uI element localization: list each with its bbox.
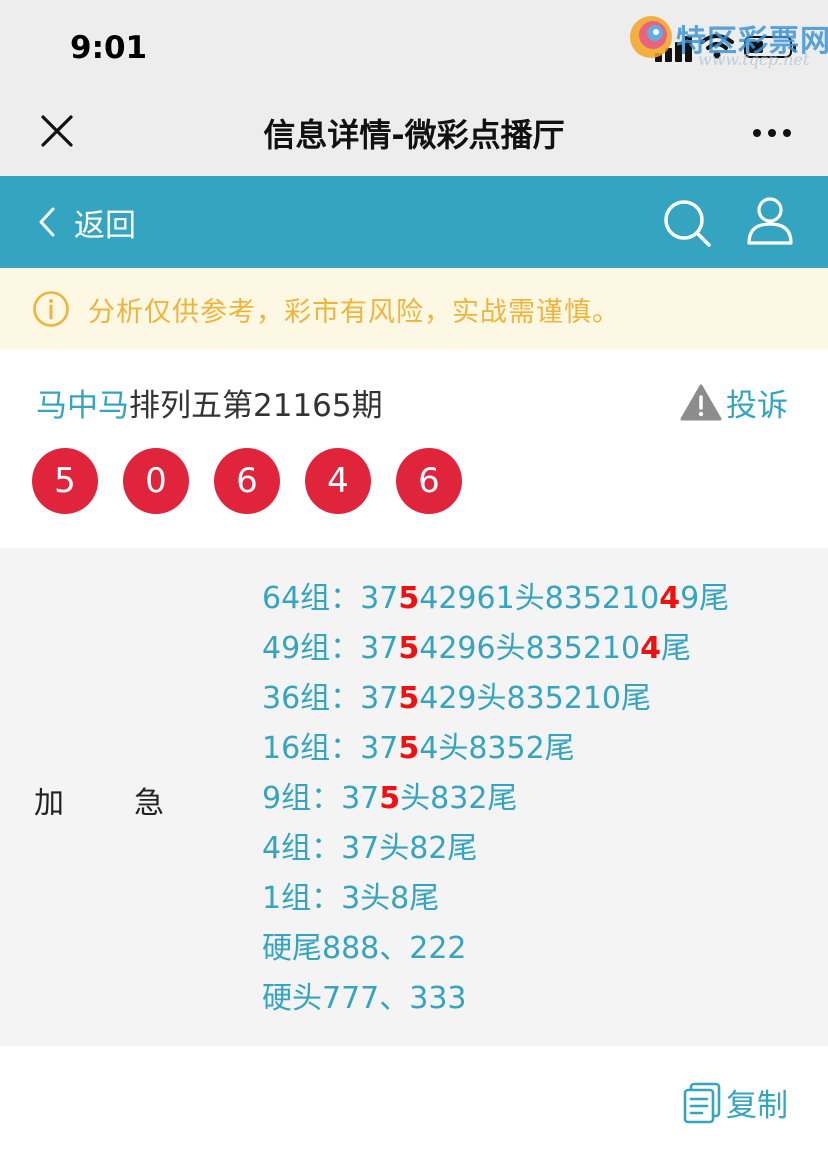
result-ball: 6 [214, 448, 280, 514]
risk-warning-banner: 分析仅供参考，彩市有风险，实战需谨慎。 [0, 268, 828, 350]
urgent-label-b: 急 [134, 786, 164, 821]
urgent-label-a: 加 [34, 786, 64, 821]
copy-label: 复制 [726, 1088, 788, 1124]
back-button[interactable]: 返回 [36, 202, 136, 244]
post-title-text: 排列五第21165期 [129, 388, 383, 424]
prediction-line: 16组：3754头8352尾 [262, 731, 575, 766]
prediction-lines: 64组：37542961头83521049尾 49组：3754296头83521… [262, 576, 729, 1026]
nav-bar: 返回 [0, 176, 828, 268]
watermark-url: www.tqcp.net [698, 50, 810, 69]
result-ball: 4 [305, 448, 371, 514]
status-time: 9:01 [70, 30, 148, 66]
prediction-line: 49组：3754296头8352104尾 [262, 631, 691, 666]
page-title: 信息详情-微彩点播厅 [263, 116, 565, 154]
watermark-logo-icon [630, 16, 672, 58]
info-icon [33, 291, 69, 327]
prediction-line: 36组：375429头835210尾 [262, 681, 652, 716]
user-icon[interactable] [746, 196, 794, 246]
prediction-line: 1组：3头8尾 [262, 881, 440, 916]
warning-text: 分析仅供参考，彩市有风险，实战需谨慎。 [88, 297, 620, 328]
post-author[interactable]: 马中马 [36, 388, 129, 424]
copy-button[interactable]: 复制 [682, 1080, 788, 1125]
complain-label: 投诉 [726, 388, 788, 424]
prediction-line: 4组：37头82尾 [262, 831, 478, 866]
urgent-label: 加急 [34, 778, 164, 822]
wechat-header: 信息详情-微彩点播厅 [0, 92, 828, 176]
complain-button[interactable]: 投诉 [680, 380, 788, 425]
prediction-line: 硬头777、333 [262, 981, 467, 1016]
watermark: 特区彩票网 www.tqcp.net [628, 10, 828, 70]
more-icon[interactable] [752, 128, 792, 138]
result-balls: 5 0 6 4 6 [32, 448, 487, 514]
back-label: 返回 [74, 207, 136, 244]
copy-icon [683, 1082, 721, 1123]
result-ball: 6 [396, 448, 462, 514]
prediction-content: 加急 64组：37542961头83521049尾 49组：3754296头83… [0, 548, 828, 1046]
post-title: 马中马排列五第21165期 [36, 380, 383, 425]
search-icon[interactable] [662, 198, 712, 248]
result-ball: 5 [32, 448, 98, 514]
chevron-left-icon [39, 207, 55, 237]
prediction-line: 9组：375头832尾 [262, 781, 518, 816]
prediction-line: 硬尾888、222 [262, 931, 467, 966]
result-ball: 0 [123, 448, 189, 514]
prediction-line: 64组：37542961头83521049尾 [262, 581, 730, 616]
warning-triangle-icon [680, 384, 722, 420]
